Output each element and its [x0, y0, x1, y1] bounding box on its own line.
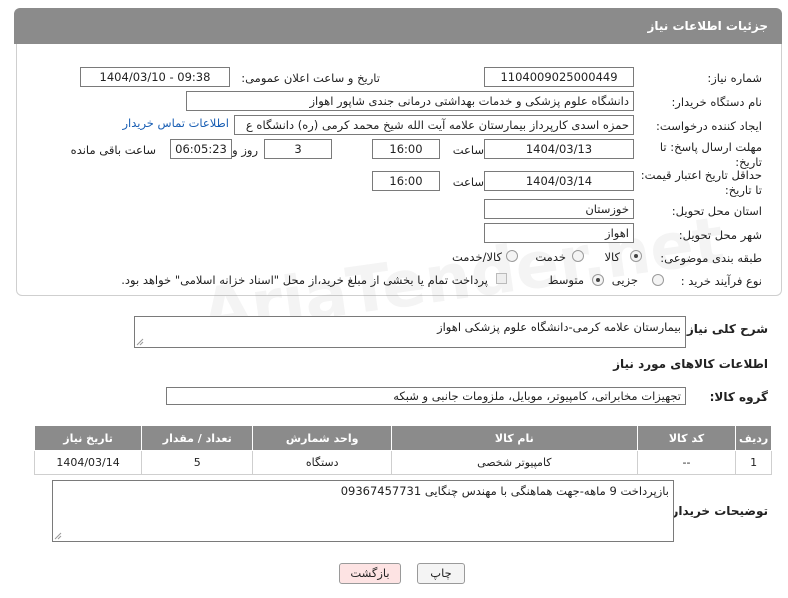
goods-table: ردیف کد کالا نام کالا واحد شمارش تعداد /…: [33, 425, 772, 475]
table-row: 1 -- کامپیوتر شخصی دستگاه 5 1404/03/14: [33, 450, 772, 475]
process-option-minor: جزیی: [611, 273, 638, 287]
need-number-field: 1104009025000449: [484, 67, 634, 87]
category-option-goods: کالا: [604, 250, 620, 264]
category-option-goods-service: کالا/خدمت: [451, 250, 502, 264]
buyer-notes-label: توضیحات خریدار:: [666, 504, 768, 518]
goods-group-label: گروه کالا:: [709, 390, 768, 404]
need-number-label: شماره نیاز:: [707, 71, 762, 85]
requester-field: حمزه اسدی کارپرداز بیمارستان علامه آیت ا…: [234, 115, 634, 135]
category-radio-goods-service[interactable]: [506, 250, 518, 262]
back-button[interactable]: بازگشت: [339, 563, 401, 584]
buyer-notes-field: بازپرداخت 9 ماهه-جهت هماهنگی با مهندس چن…: [52, 480, 674, 542]
cell-unit: دستگاه: [252, 450, 392, 475]
treasury-payment-checkbox[interactable]: [496, 273, 507, 284]
deadline-time-label: ساعت: [452, 143, 484, 157]
goods-table-header: ردیف کد کالا نام کالا واحد شمارش تعداد /…: [33, 425, 772, 451]
announce-date-label: تاریخ و ساعت اعلان عمومی:: [241, 71, 380, 85]
process-radio-medium[interactable]: [592, 274, 604, 286]
page-header: جزئیات اطلاعات نیاز: [14, 8, 782, 44]
cell-goods-name: کامپیوتر شخصی: [390, 450, 638, 475]
page-title: جزئیات اطلاعات نیاز: [647, 19, 768, 33]
col-quantity: تعداد / مقدار: [141, 425, 254, 451]
col-row: ردیف: [735, 425, 772, 451]
process-radio-minor[interactable]: [652, 274, 664, 286]
remaining-days-field: 3: [264, 139, 332, 159]
col-goods-name: نام کالا: [390, 425, 638, 451]
need-summary-field: بیمارستان علامه کرمی-دانشگاه علوم پزشکی …: [134, 316, 686, 348]
cell-quantity: 5: [141, 450, 254, 475]
col-goods-code: کد کالا: [636, 425, 737, 451]
requester-label: ایجاد کننده درخواست:: [656, 119, 762, 133]
category-label: طبقه بندی موضوعی:: [660, 251, 762, 265]
cell-row: 1: [735, 450, 772, 475]
price-validity-date-field: 1404/03/14: [484, 171, 634, 191]
purchase-process-label: نوع فرآیند خرید :: [680, 274, 762, 288]
buyer-org-label: نام دستگاه خریدار:: [671, 95, 762, 109]
category-radio-service[interactable]: [572, 250, 584, 262]
category-option-service: خدمت: [535, 250, 566, 264]
col-unit: واحد شمارش: [252, 425, 392, 451]
deadline-label: مهلت ارسال پاسخ: تا تاریخ:: [659, 140, 762, 169]
goods-group-field: تجهیزات مخابراتی، کامپیوتر، موبایل، ملزو…: [166, 387, 686, 405]
resize-grip-icon[interactable]: [136, 338, 144, 346]
need-summary-label: شرح کلی نیاز:: [682, 322, 768, 336]
print-button[interactable]: چاپ: [417, 563, 465, 584]
resize-grip-icon[interactable]: [54, 532, 62, 540]
category-radio-goods[interactable]: [630, 250, 642, 262]
delivery-province-field: خوزستان: [484, 199, 634, 219]
remaining-time-label: ساعت باقی مانده: [70, 143, 156, 157]
goods-section-title: اطلاعات کالاهای مورد نیاز: [613, 357, 768, 371]
remaining-days-label: روز و: [232, 143, 258, 157]
col-need-date: تاریخ نیاز: [33, 425, 143, 451]
price-validity-label: حداقل تاریخ اعتبار قیمت: تا تاریخ:: [640, 168, 762, 197]
treasury-payment-note: پرداخت تمام یا بخشی از مبلغ خرید،از محل …: [121, 273, 488, 287]
deadline-date-field: 1404/03/13: [484, 139, 634, 159]
cell-need-date: 1404/03/14: [33, 450, 143, 475]
remaining-time-field: 06:05:23: [170, 139, 232, 159]
price-validity-time-field: 16:00: [372, 171, 440, 191]
cell-goods-code: --: [636, 450, 737, 475]
buyer-contact-link[interactable]: اطلاعات تماس خریدار: [122, 116, 229, 130]
delivery-city-label: شهر محل تحویل:: [678, 228, 762, 242]
buyer-org-field: دانشگاه علوم پزشکی و خدمات بهداشتی درمان…: [186, 91, 634, 111]
deadline-time-field: 16:00: [372, 139, 440, 159]
delivery-city-field: اهواز: [484, 223, 634, 243]
delivery-province-label: استان محل تحویل:: [671, 204, 762, 218]
announce-date-field: 1404/03/10 - 09:38: [80, 67, 230, 87]
process-option-medium: متوسط: [547, 273, 584, 287]
price-validity-time-label: ساعت: [452, 175, 484, 189]
